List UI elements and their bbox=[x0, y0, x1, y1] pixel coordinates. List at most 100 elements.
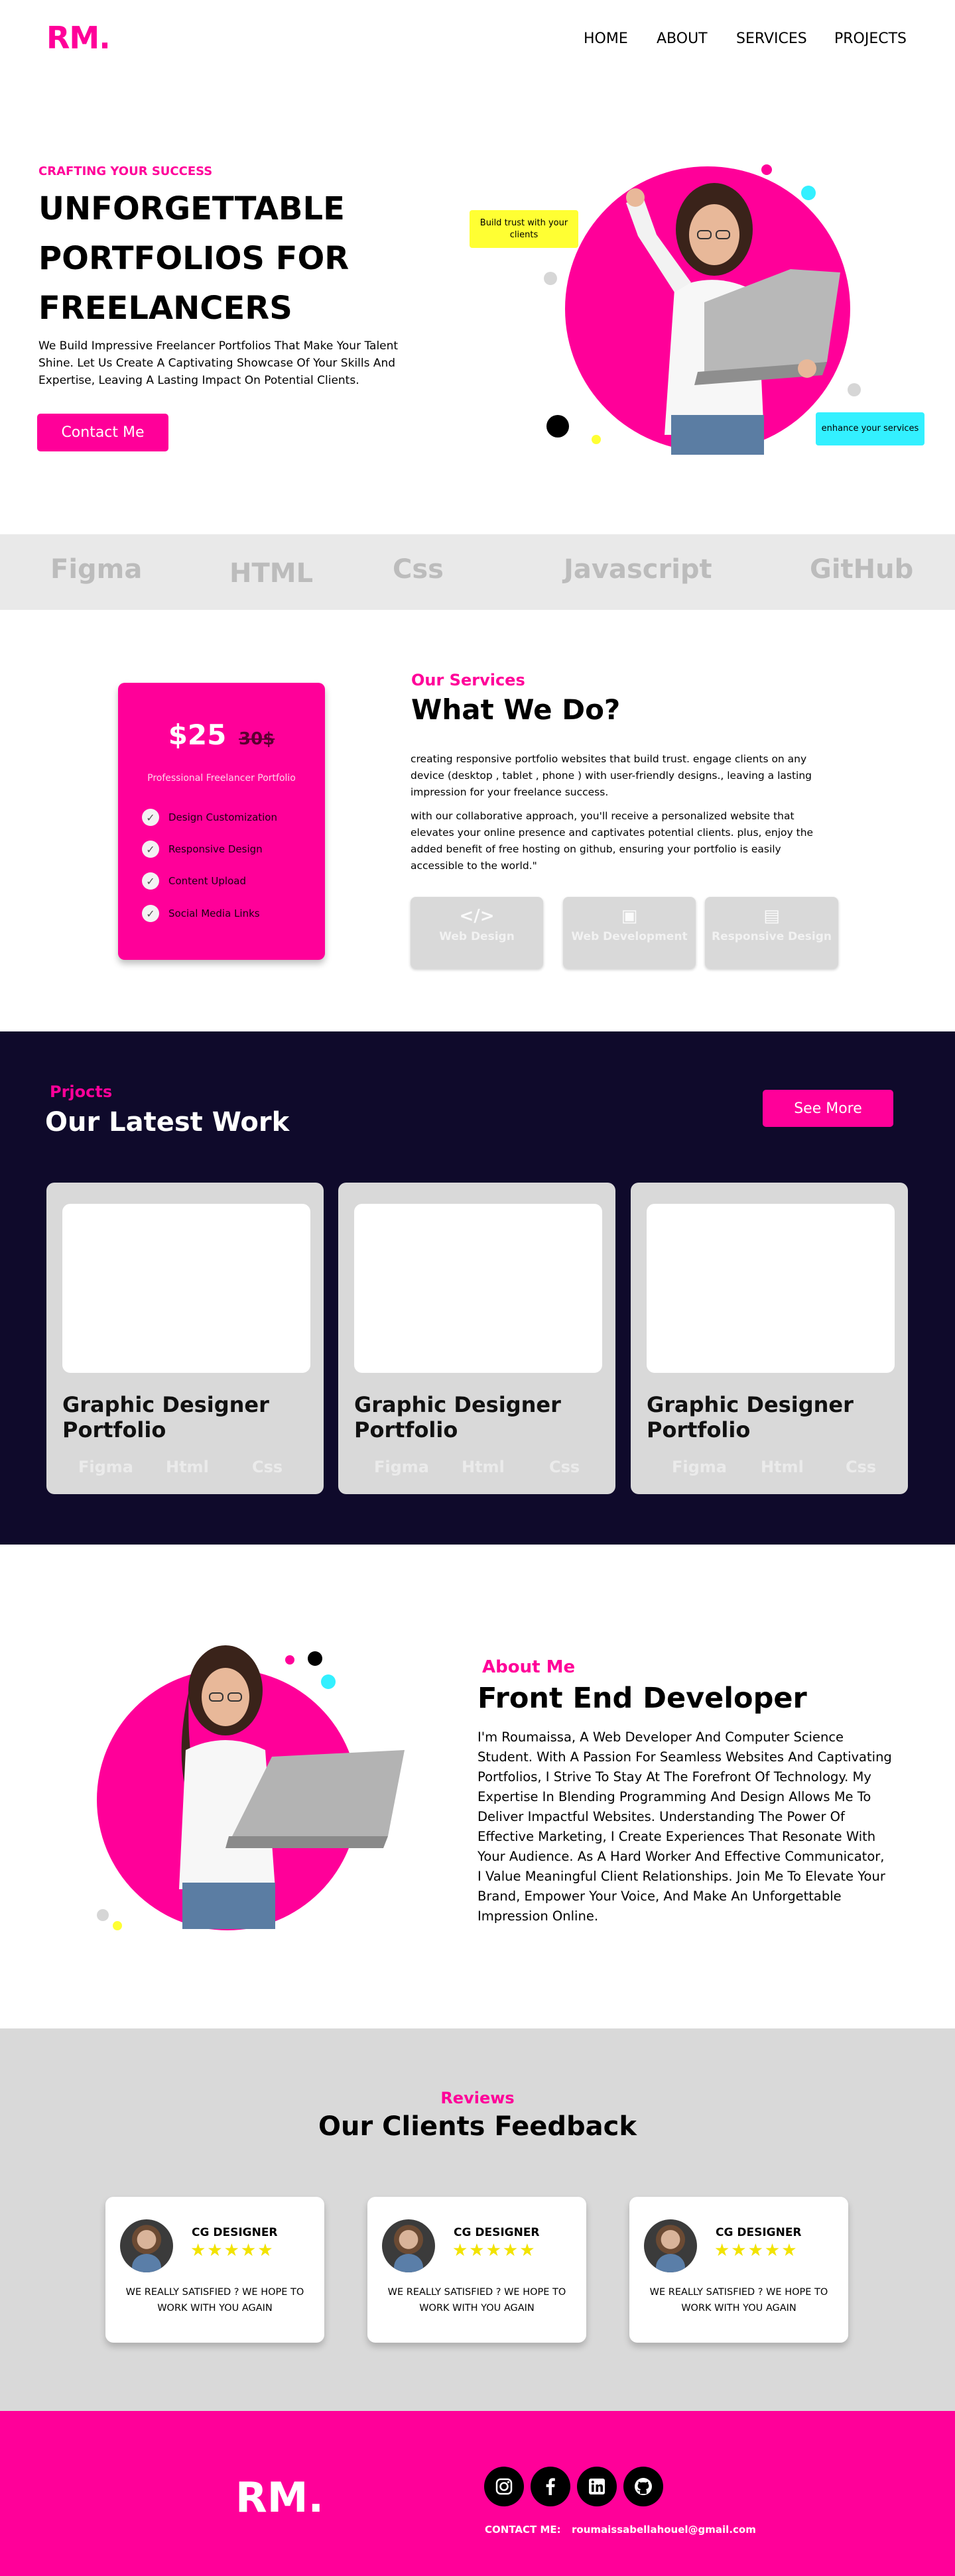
feature-label: Design Customization bbox=[168, 811, 277, 823]
price-value: $25 bbox=[168, 719, 227, 751]
review-card: CG DESIGNER ★★★★★ WE REALLY SATISFIED ? … bbox=[105, 2197, 324, 2343]
feature-item: ✓ Responsive Design bbox=[142, 841, 263, 858]
services-paragraph: creating responsive portfolio websites t… bbox=[411, 753, 812, 798]
check-icon: ✓ bbox=[142, 872, 159, 890]
linkedin-icon[interactable] bbox=[577, 2467, 617, 2506]
feature-item: ✓ Content Upload bbox=[142, 872, 246, 890]
skills-strip: Figma HTML Css Javascript GitHub bbox=[0, 534, 955, 610]
hero-title: UNFORGETTABLE PORTFOLIOS FOR FREELANCERS bbox=[38, 190, 350, 327]
service-tile-web-design[interactable]: </> Web Design bbox=[411, 897, 543, 968]
see-more-button[interactable]: See More bbox=[763, 1090, 893, 1127]
avatar bbox=[644, 2219, 697, 2272]
project-tag: Html bbox=[166, 1458, 209, 1476]
hero-eyebrow: CRAFTING YOUR SUCCESS bbox=[38, 164, 213, 178]
check-icon: ✓ bbox=[142, 905, 159, 922]
star-rating-icon: ★★★★★ bbox=[190, 2241, 275, 2260]
skill-html: HTML bbox=[229, 558, 314, 589]
feature-item: ✓ Social Media Links bbox=[142, 905, 260, 922]
project-card[interactable]: Graphic Designer Portfolio Figma Html Cs… bbox=[631, 1183, 908, 1494]
projects-section: Prjocts Our Latest Work See More Graphic… bbox=[0, 1031, 955, 1545]
project-thumbnail bbox=[62, 1204, 310, 1373]
reviewer-name: CG DESIGNER bbox=[454, 2226, 540, 2239]
project-name: Graphic Designer Portfolio bbox=[62, 1392, 269, 1442]
trust-bubble: Build trust with your clients bbox=[470, 210, 578, 248]
hero-description: We Build Impressive Freelancer Portfolio… bbox=[38, 339, 399, 387]
skill-github: GitHub bbox=[810, 554, 914, 585]
review-text: WE REALLY SATISFIED ? WE HOPE TO WORK WI… bbox=[125, 2287, 304, 2313]
nav-projects[interactable]: PROJECTS bbox=[834, 30, 907, 47]
project-tag: Figma bbox=[78, 1458, 134, 1476]
woman-presenting-laptop-image bbox=[179, 1645, 405, 1929]
project-name: Graphic Designer Portfolio bbox=[647, 1392, 854, 1442]
enhance-bubble: enhance your services bbox=[816, 412, 924, 445]
footer: RM. CONTACT ME: roumaissabellahouel@gmai… bbox=[0, 2411, 955, 2576]
projects-eyebrow: Prjocts bbox=[50, 1083, 113, 1101]
price-label: $25 30$ bbox=[118, 719, 325, 751]
service-tile-responsive-design[interactable]: ▤ Responsive Design bbox=[705, 897, 838, 968]
project-card[interactable]: Graphic Designer Portfolio Figma Html Cs… bbox=[46, 1183, 324, 1494]
devices-icon: ▣ bbox=[621, 906, 638, 926]
check-icon: ✓ bbox=[142, 809, 159, 826]
reviewer-name: CG DESIGNER bbox=[192, 2226, 278, 2239]
nav-about[interactable]: ABOUT bbox=[657, 30, 708, 47]
projects-title: Our Latest Work bbox=[45, 1107, 290, 1138]
reviews-section: Reviews Our Clients Feedback CG DESIGNER… bbox=[0, 2028, 955, 2411]
project-thumbnail bbox=[647, 1204, 895, 1373]
feature-label: Social Media Links bbox=[168, 907, 260, 919]
code-icon: </> bbox=[459, 906, 495, 926]
service-tile-web-development[interactable]: ▣ Web Development bbox=[563, 897, 696, 968]
project-name: Graphic Designer Portfolio bbox=[354, 1392, 561, 1442]
reviews-title: Our Clients Feedback bbox=[318, 2111, 637, 2142]
feature-label: Responsive Design bbox=[168, 843, 263, 855]
services-paragraph: with our collaborative approach, you'll … bbox=[411, 810, 814, 872]
avatar bbox=[382, 2219, 435, 2272]
contact-me-button[interactable]: Contact Me bbox=[37, 414, 168, 451]
service-tile-label: Web Design bbox=[439, 930, 515, 943]
reviewer-name: CG DESIGNER bbox=[716, 2226, 802, 2239]
project-tag: Css bbox=[846, 1458, 877, 1476]
project-card[interactable]: Graphic Designer Portfolio Figma Html Cs… bbox=[338, 1183, 615, 1494]
nav-home[interactable]: HOME bbox=[584, 30, 628, 47]
project-tag: Css bbox=[549, 1458, 580, 1476]
instagram-icon[interactable] bbox=[484, 2467, 524, 2506]
project-tag: Html bbox=[462, 1458, 505, 1476]
contact-label: CONTACT ME: bbox=[485, 2524, 561, 2536]
star-rating-icon: ★★★★★ bbox=[452, 2241, 537, 2260]
responsive-icon: ▤ bbox=[763, 906, 780, 926]
services-eyebrow: Our Services bbox=[411, 671, 525, 689]
service-tile-label: Web Development bbox=[571, 930, 688, 943]
project-tag: Figma bbox=[374, 1458, 430, 1476]
nav-services[interactable]: SERVICES bbox=[736, 30, 807, 47]
skill-figma: Figma bbox=[50, 554, 143, 585]
star-rating-icon: ★★★★★ bbox=[714, 2241, 798, 2260]
reviews-eyebrow: Reviews bbox=[440, 2089, 515, 2107]
project-thumbnail bbox=[354, 1204, 602, 1373]
project-tag: Figma bbox=[672, 1458, 728, 1476]
facebook-icon[interactable] bbox=[531, 2467, 570, 2506]
project-tag: Css bbox=[252, 1458, 283, 1476]
review-card: CG DESIGNER ★★★★★ WE REALLY SATISFIED ? … bbox=[629, 2197, 848, 2343]
price-subtitle: Professional Freelancer Portfolio bbox=[147, 773, 296, 784]
skill-javascript: Javascript bbox=[564, 554, 712, 585]
check-icon: ✓ bbox=[142, 841, 159, 858]
github-icon[interactable] bbox=[623, 2467, 663, 2506]
services-title: What We Do? bbox=[411, 693, 621, 726]
review-text: WE REALLY SATISFIED ? WE HOPE TO WORK WI… bbox=[649, 2287, 828, 2313]
site-logo[interactable]: RM. bbox=[46, 20, 111, 56]
pricing-card: $25 30$ Professional Freelancer Portfoli… bbox=[118, 683, 325, 960]
avatar bbox=[120, 2219, 173, 2272]
project-tag: Html bbox=[761, 1458, 804, 1476]
about-title: Front End Developer bbox=[478, 1682, 807, 1715]
skill-css: Css bbox=[393, 554, 444, 585]
footer-logo[interactable]: RM. bbox=[235, 2473, 324, 2522]
review-card: CG DESIGNER ★★★★★ WE REALLY SATISFIED ? … bbox=[367, 2197, 586, 2343]
contact-email-link[interactable]: roumaissabellahouel@gmail.com bbox=[572, 2524, 756, 2536]
feature-item: ✓ Design Customization bbox=[142, 809, 277, 826]
about-body: I'm Roumaissa, A Web Developer And Compu… bbox=[478, 1729, 892, 1924]
review-text: WE REALLY SATISFIED ? WE HOPE TO WORK WI… bbox=[387, 2287, 566, 2313]
about-eyebrow: About Me bbox=[482, 1657, 576, 1677]
woman-with-laptop-image bbox=[626, 183, 840, 455]
service-tile-label: Responsive Design bbox=[711, 930, 832, 943]
feature-label: Content Upload bbox=[168, 875, 246, 887]
old-price: 30$ bbox=[239, 729, 275, 749]
